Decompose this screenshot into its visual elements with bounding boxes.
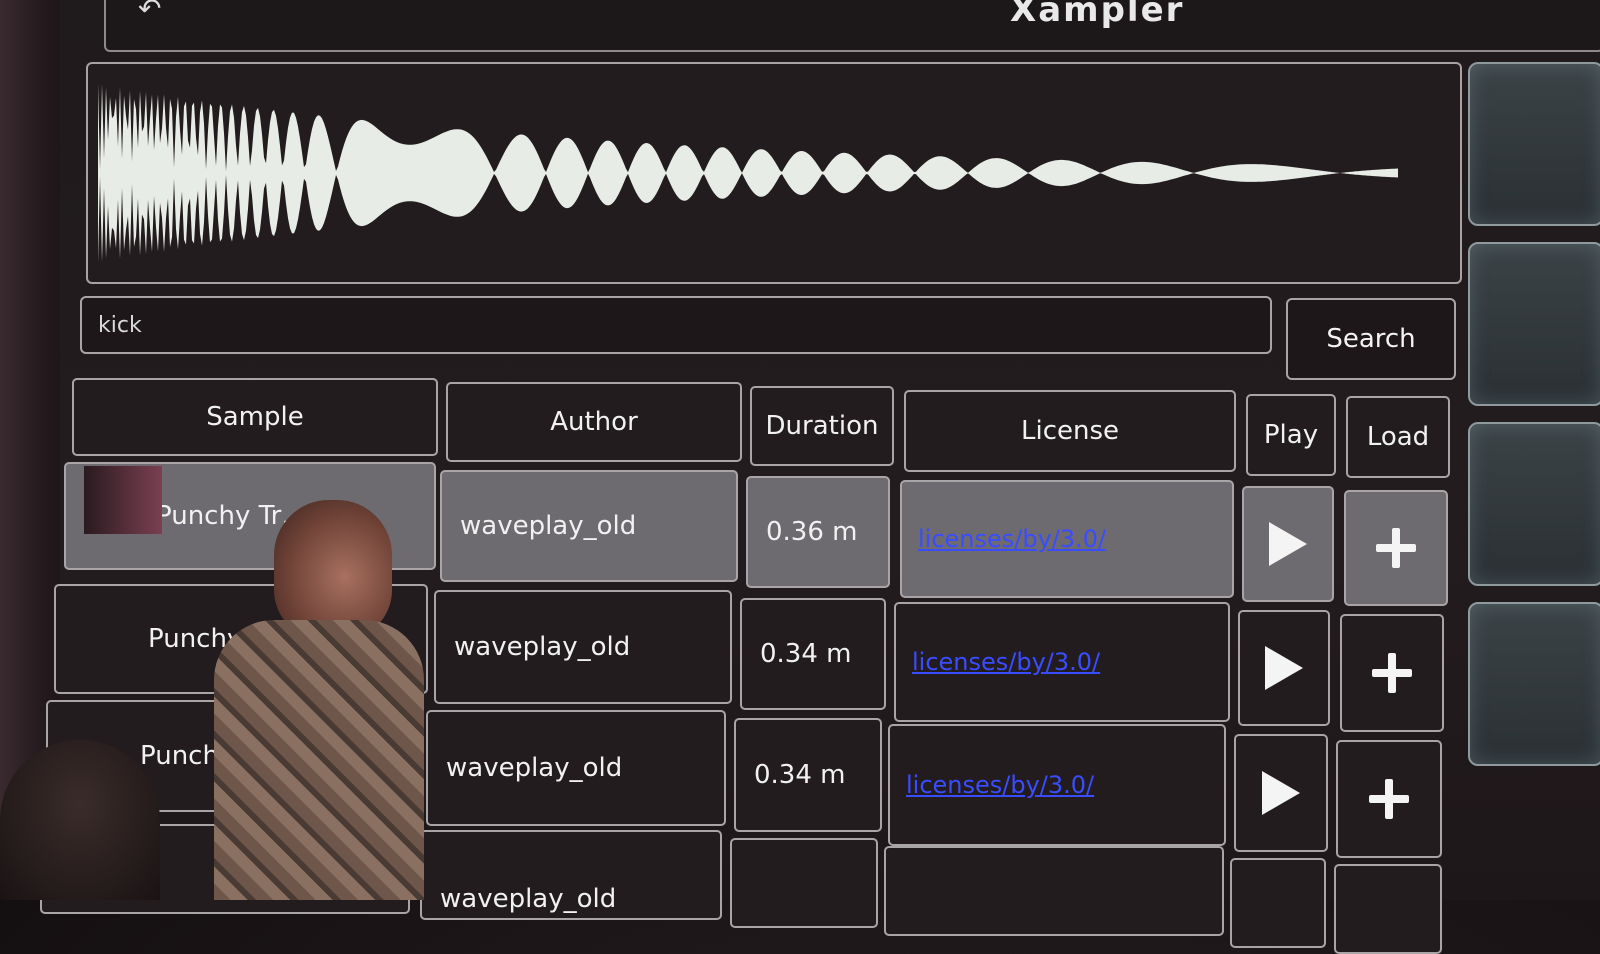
play-button[interactable]: [1230, 858, 1326, 948]
load-button[interactable]: [1336, 740, 1442, 858]
header-play: Play: [1246, 394, 1336, 476]
pad-1[interactable]: [1468, 62, 1600, 226]
table-row-1-author[interactable]: waveplay_old: [440, 470, 738, 582]
pad-4[interactable]: [1468, 602, 1600, 766]
header-duration: Duration: [750, 386, 894, 466]
table-row-2-duration[interactable]: 0.34 m: [740, 598, 886, 710]
presenter-body: [214, 620, 424, 900]
waveform: [98, 83, 1398, 263]
play-button[interactable]: [1234, 734, 1328, 852]
table-row-4-duration[interactable]: [730, 838, 878, 928]
search-input[interactable]: [80, 296, 1272, 354]
presenter-head: [274, 500, 392, 640]
audience-silhouette: [0, 740, 160, 900]
table-row-2-license-cell: licenses/by/3.0/: [894, 602, 1230, 722]
app-title: Xampler: [1010, 0, 1185, 30]
header-license: License: [904, 390, 1236, 472]
table-row-3-license-cell: licenses/by/3.0/: [888, 724, 1226, 846]
license-link[interactable]: licenses/by/3.0/: [890, 771, 1094, 799]
table-row-3-duration[interactable]: 0.34 m: [734, 718, 882, 832]
play-button[interactable]: [1242, 486, 1334, 602]
sample-thumbnail: [84, 466, 162, 534]
table-row-1-license-cell: licenses/by/3.0/: [900, 480, 1234, 598]
table-row-2-author[interactable]: waveplay_old: [434, 590, 732, 704]
header-sample: Sample: [72, 378, 438, 456]
plus-icon: [1372, 653, 1412, 693]
back-icon[interactable]: ↶: [138, 0, 168, 24]
header-author: Author: [446, 382, 742, 462]
pad-3[interactable]: [1468, 422, 1600, 586]
play-icon: [1269, 522, 1307, 566]
license-link[interactable]: licenses/by/3.0/: [902, 525, 1106, 553]
license-link[interactable]: licenses/by/3.0/: [896, 648, 1100, 676]
side-pads: [1468, 62, 1600, 782]
load-button[interactable]: [1340, 614, 1444, 732]
plus-icon: [1376, 528, 1416, 568]
table-row-4-author[interactable]: waveplay_old: [420, 830, 722, 920]
waveform-shape: [98, 83, 1398, 263]
table-row-1-duration[interactable]: 0.36 m: [746, 476, 890, 588]
play-button[interactable]: [1238, 610, 1330, 726]
play-icon: [1265, 646, 1303, 690]
table-row-4-license-cell: [884, 846, 1224, 936]
presenter-person: [214, 500, 424, 900]
plus-icon: [1369, 779, 1409, 819]
top-bar: [104, 0, 1600, 52]
play-icon: [1262, 771, 1300, 815]
waveform-display: [86, 62, 1462, 284]
load-button[interactable]: [1344, 490, 1448, 606]
load-button[interactable]: [1334, 864, 1442, 954]
pad-2[interactable]: [1468, 242, 1600, 406]
search-button[interactable]: Search: [1286, 298, 1456, 380]
header-load: Load: [1346, 396, 1450, 478]
table-row-3-author[interactable]: waveplay_old: [426, 710, 726, 826]
